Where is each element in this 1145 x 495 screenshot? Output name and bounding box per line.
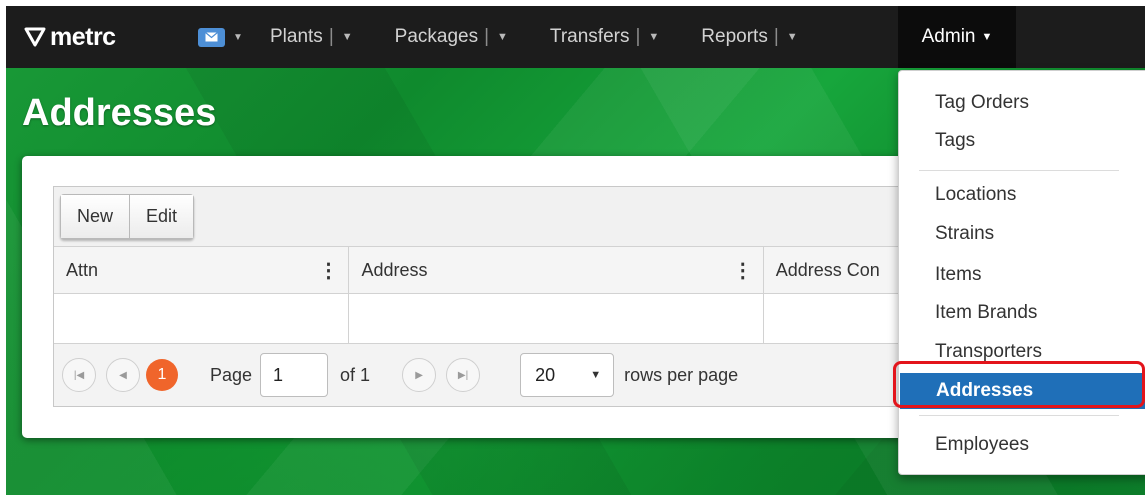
- menu-item-tags[interactable]: Tags: [899, 123, 1145, 159]
- top-navbar: metrc ▼ Plants | ▼ Packages | ▼ Transfer…: [6, 6, 1145, 68]
- nav-separator: |: [773, 26, 779, 47]
- caret-down-icon: ▼: [648, 31, 660, 43]
- menu-item-locations[interactable]: Locations: [899, 177, 1145, 213]
- rows-per-page-label: rows per page: [624, 364, 739, 385]
- nav-packages-label: Packages: [394, 26, 479, 47]
- next-page-icon[interactable]: ▶: [402, 358, 437, 392]
- table-cell: [54, 294, 350, 343]
- menu-item-employees[interactable]: Employees: [899, 427, 1145, 463]
- page-number-input[interactable]: [260, 353, 329, 397]
- brand-name: metrc: [50, 22, 116, 51]
- last-page-icon[interactable]: ▶|: [446, 358, 481, 392]
- nav-packages[interactable]: Packages | ▼: [395, 6, 508, 68]
- caret-down-icon: ▼: [497, 31, 508, 43]
- edit-button[interactable]: Edit: [129, 195, 194, 238]
- metrc-logo-icon: [24, 27, 46, 47]
- new-button[interactable]: New: [61, 195, 130, 238]
- caret-down-icon: ▼: [341, 31, 353, 43]
- column-header-label: Address: [361, 259, 428, 280]
- column-header-attn[interactable]: Attn ⋮: [54, 247, 350, 293]
- menu-item-items[interactable]: Items: [899, 257, 1145, 293]
- rows-per-page-select[interactable]: 20 ▼: [520, 353, 615, 397]
- envelope-icon: [198, 27, 225, 47]
- menu-divider: [919, 415, 1119, 416]
- nav-admin-label: Admin: [921, 26, 976, 47]
- nav-separator: |: [484, 26, 490, 47]
- column-menu-icon[interactable]: ⋮: [733, 258, 753, 283]
- brand-logo[interactable]: metrc: [24, 23, 174, 52]
- nav-separator: |: [328, 26, 334, 47]
- caret-down-icon: ▼: [981, 31, 993, 43]
- column-header-label: Attn: [66, 259, 99, 280]
- app-frame: metrc ▼ Plants | ▼ Packages | ▼ Transfer…: [6, 6, 1145, 495]
- nav-reports-label: Reports: [701, 26, 768, 47]
- rows-per-page-value: 20: [535, 364, 556, 385]
- caret-down-icon: ▼: [786, 31, 798, 43]
- table-cell: [349, 294, 764, 343]
- nav-admin[interactable]: Admin ▼: [898, 6, 1016, 68]
- highlight-annotation: [893, 361, 1145, 408]
- nav-separator: |: [635, 26, 641, 47]
- previous-page-icon[interactable]: ◀: [106, 358, 140, 392]
- nav-reports[interactable]: Reports | ▼: [701, 6, 797, 68]
- caret-down-icon: ▼: [233, 31, 243, 43]
- admin-dropdown-menu: Tag Orders Tags Locations Strains Items …: [898, 70, 1145, 475]
- nav-messages[interactable]: ▼: [198, 27, 270, 47]
- caret-down-icon: ▼: [590, 369, 602, 381]
- column-header-address[interactable]: Address ⋮: [349, 247, 764, 293]
- page-label: Page: [210, 364, 253, 385]
- menu-divider: [919, 170, 1119, 171]
- first-page-icon[interactable]: |◀: [62, 358, 96, 392]
- menu-item-item-brands[interactable]: Item Brands: [899, 295, 1145, 331]
- nav-plants[interactable]: Plants | ▼: [270, 6, 353, 68]
- menu-item-tag-orders[interactable]: Tag Orders: [899, 85, 1145, 121]
- nav-plants-label: Plants: [270, 26, 323, 47]
- nav-transfers-label: Transfers: [549, 26, 630, 47]
- column-menu-icon[interactable]: ⋮: [318, 258, 338, 283]
- current-page-badge[interactable]: 1: [146, 359, 178, 391]
- page-title: Addresses: [22, 92, 217, 134]
- toolbar-button-group: New Edit: [60, 194, 195, 239]
- menu-item-strains[interactable]: Strains: [899, 216, 1145, 252]
- page-count-label: of 1: [340, 364, 371, 385]
- column-header-label: Address Con: [775, 259, 880, 280]
- nav-transfers[interactable]: Transfers | ▼: [550, 6, 659, 68]
